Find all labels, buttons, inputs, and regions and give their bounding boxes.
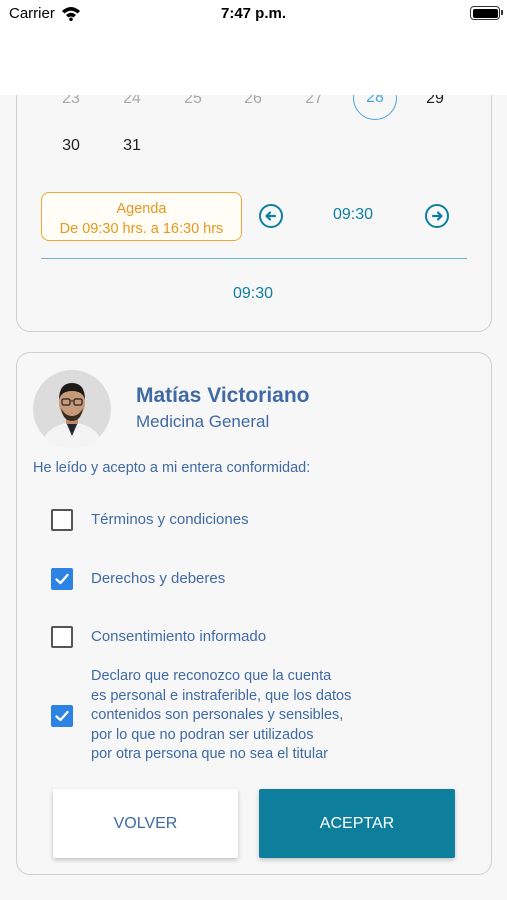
status-time: 7:47 p.m.	[220, 5, 287, 22]
declaration-line: por otra persona que no sea el titular	[91, 746, 328, 762]
agenda-hours: De 09:30 hrs. a 16:30 hrs	[59, 221, 224, 237]
status-bar: Carrier 7:47 p.m.	[0, 0, 507, 95]
next-time-button[interactable]	[425, 204, 449, 228]
consent-intro: He leído y acepto a mi entera conformida…	[33, 460, 311, 476]
calendar-day[interactable]: 30	[49, 137, 93, 155]
selected-time: 09:30	[232, 285, 274, 302]
informed-consent-checkbox[interactable]	[51, 626, 73, 648]
divider	[41, 258, 467, 259]
declaration-text[interactable]: Declaro que reconozco que la cuenta es p…	[91, 667, 441, 765]
doctor-avatar	[33, 370, 111, 448]
checkmark-icon	[55, 710, 69, 722]
back-button[interactable]: VOLVER	[53, 789, 238, 858]
declaration-line: por lo que no podran ser utilizados	[91, 726, 314, 743]
terms-checkbox[interactable]	[51, 509, 73, 531]
rights-label[interactable]: Derechos y deberes	[91, 570, 225, 587]
accept-button[interactable]: ACEPTAR	[259, 789, 455, 858]
declaration-line: contenidos son personales y sensibles,	[91, 707, 344, 723]
checkmark-icon	[55, 573, 69, 585]
doctor-specialty: Medicina General	[136, 412, 270, 431]
arrow-right-icon	[431, 211, 443, 221]
terms-label[interactable]: Términos y condiciones	[91, 511, 249, 528]
rights-checkbox[interactable]	[51, 568, 73, 590]
declaration-checkbox[interactable]	[51, 705, 73, 727]
doctor-name: Matías Victoriano	[136, 384, 310, 407]
declaration-line: es personal e instraferible, que los dat…	[91, 687, 352, 704]
arrow-left-icon	[265, 211, 277, 221]
agenda-title: Agenda	[116, 201, 167, 217]
previous-time-button[interactable]	[259, 204, 283, 228]
agenda-hours-badge: Agenda De 09:30 hrs. a 16:30 hrs	[41, 192, 242, 241]
declaration-line: Declaro que reconozco que la cuenta	[91, 668, 332, 684]
time-slot[interactable]: 09:30	[313, 206, 393, 224]
informed-consent-label[interactable]: Consentimiento informado	[91, 628, 266, 645]
calendar-day[interactable]: 31	[110, 137, 154, 155]
battery-icon	[470, 6, 503, 20]
